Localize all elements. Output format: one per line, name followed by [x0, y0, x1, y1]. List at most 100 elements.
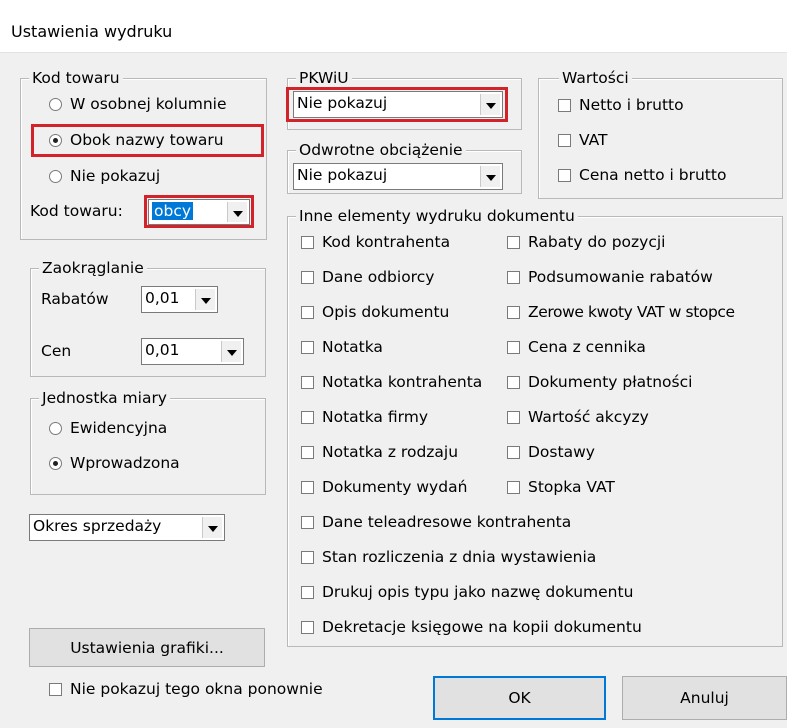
- checkbox-box: [507, 235, 520, 249]
- odwrotne-obciazenie-select[interactable]: Nie pokazuj: [293, 163, 503, 190]
- checkbox-box: [301, 270, 314, 284]
- checkbox-wartosc-akcyzy[interactable]: Wartość akcyzy: [507, 408, 649, 426]
- radio-indicator: [49, 169, 62, 183]
- checkbox-label: Drukuj opis typu jako nazwę dokumentu: [322, 583, 634, 601]
- checkbox-notatka-firmy[interactable]: Notatka firmy: [301, 408, 428, 426]
- checkbox-box: [301, 410, 314, 424]
- checkbox-box: [301, 375, 314, 389]
- checkbox-label: Kod kontrahenta: [322, 233, 451, 251]
- checkbox-label: Cena netto i brutto: [579, 166, 727, 184]
- print-settings-dialog: Ustawienia wydruku Kod towaru W osobnej …: [0, 0, 787, 728]
- checkbox-notatka-z-rodzaju[interactable]: Notatka z rodzaju: [301, 443, 458, 461]
- checkbox-box: [558, 168, 571, 182]
- checkbox-box: [507, 480, 520, 494]
- checkbox-dokumenty-wydan[interactable]: Dokumenty wydań: [301, 478, 467, 496]
- chevron-down-icon: [202, 517, 222, 538]
- rabatow-select[interactable]: 0,01: [141, 286, 218, 313]
- checkbox-label: VAT: [579, 131, 608, 149]
- checkbox-label: Cena z cennika: [528, 338, 646, 356]
- inne-elementy-legend: Inne elementy wydruku dokumentu: [296, 206, 578, 226]
- kod-towaru-legend: Kod towaru: [29, 68, 123, 88]
- checkbox-dostawy[interactable]: Dostawy: [507, 443, 595, 461]
- okres-sprzedazy-select[interactable]: Okres sprzedaży: [29, 514, 225, 541]
- checkbox-box: [558, 98, 571, 112]
- checkbox-box: [301, 550, 314, 564]
- cen-label: Cen: [41, 342, 72, 360]
- checkbox-dane-odbiorcy[interactable]: Dane odbiorcy: [301, 268, 434, 286]
- radio-label: W osobnej kolumnie: [70, 95, 227, 113]
- checkbox-vat[interactable]: VAT: [558, 131, 607, 149]
- checkbox-box: [301, 620, 314, 634]
- checkbox-label: Notatka kontrahenta: [322, 373, 483, 391]
- checkbox-label: Rabaty do pozycji: [528, 233, 666, 251]
- checkbox-nie-pokazuj-okna[interactable]: Nie pokazuj tego okna ponownie: [49, 680, 323, 698]
- checkbox-box: [507, 270, 520, 284]
- checkbox-label: Wartość akcyzy: [528, 408, 649, 426]
- ustawienia-grafiki-button[interactable]: Ustawienia grafiki...: [29, 628, 265, 667]
- checkbox-drukuj-opis-typu[interactable]: Drukuj opis typu jako nazwę dokumentu: [301, 583, 633, 601]
- anuluj-button[interactable]: Anuluj: [622, 676, 787, 720]
- checkbox-dokumenty-platnosci[interactable]: Dokumenty płatności: [507, 373, 692, 391]
- checkbox-dane-teleadresowe[interactable]: Dane teleadresowe kontrahenta: [301, 513, 571, 531]
- checkbox-label: Nie pokazuj tego okna ponownie: [70, 680, 323, 698]
- checkbox-cena-z-cennika[interactable]: Cena z cennika: [507, 338, 646, 356]
- checkbox-box: [301, 585, 314, 599]
- highlight-kod-towaru-select: [144, 195, 254, 228]
- checkbox-label: Dekretacje księgowe na kopii dokumentu: [322, 618, 642, 636]
- radio-indicator: [49, 97, 62, 111]
- checkbox-box: [301, 235, 314, 249]
- checkbox-label: Dane odbiorcy: [322, 268, 435, 286]
- radio-nie-pokazuj[interactable]: Nie pokazuj: [49, 167, 160, 185]
- cen-select[interactable]: 0,01: [141, 338, 244, 365]
- checkbox-netto-i-brutto[interactable]: Netto i brutto: [558, 96, 684, 114]
- checkbox-label: Zerowe kwoty VAT w stopce: [528, 303, 735, 321]
- chevron-down-icon: [480, 166, 500, 187]
- checkbox-notatka[interactable]: Notatka: [301, 338, 383, 356]
- radio-w-osobnej-kolumnie[interactable]: W osobnej kolumnie: [49, 95, 227, 113]
- checkbox-label: Opis dokumentu: [322, 303, 450, 321]
- checkbox-stopka-vat[interactable]: Stopka VAT: [507, 478, 615, 496]
- checkbox-stan-rozliczenia[interactable]: Stan rozliczenia z dnia wystawienia: [301, 548, 596, 566]
- checkbox-label: Dokumenty płatności: [528, 373, 693, 391]
- radio-label: Wprowadzona: [70, 454, 180, 472]
- highlight-pkwiu-select: [286, 87, 508, 122]
- odwrotne-obciazenie-legend: Odwrotne obciążenie: [296, 140, 466, 160]
- checkbox-rabaty-do-pozycji[interactable]: Rabaty do pozycji: [507, 233, 665, 251]
- chevron-down-icon: [195, 289, 215, 310]
- checkbox-cena-netto-i-brutto[interactable]: Cena netto i brutto: [558, 166, 726, 184]
- checkbox-label: Notatka firmy: [322, 408, 428, 426]
- zaokraglanie-legend: Zaokrąglanie: [39, 258, 147, 278]
- radio-label: Ewidencyjna: [70, 419, 168, 437]
- radio-wprowadzona[interactable]: Wprowadzona: [49, 454, 180, 472]
- checkbox-dekretacje-ksiegowe[interactable]: Dekretacje księgowe na kopii dokumentu: [301, 618, 642, 636]
- title-bar: Ustawienia wydruku: [0, 0, 787, 53]
- okres-sprzedazy-value: Okres sprzedaży: [33, 517, 162, 535]
- checkbox-label: Dostawy: [528, 443, 595, 461]
- radio-label: Nie pokazuj: [70, 167, 161, 185]
- window-title: Ustawienia wydruku: [11, 22, 173, 41]
- ok-button[interactable]: OK: [433, 676, 606, 720]
- checkbox-label: Podsumowanie rabatów: [528, 268, 713, 286]
- checkbox-box: [507, 375, 520, 389]
- checkbox-opis-dokumentu[interactable]: Opis dokumentu: [301, 303, 449, 321]
- checkbox-podsumowanie-rabatow[interactable]: Podsumowanie rabatów: [507, 268, 713, 286]
- checkbox-label: Dokumenty wydań: [322, 478, 468, 496]
- checkbox-box: [301, 445, 314, 459]
- pkwiu-legend: PKWiU: [296, 68, 352, 88]
- checkbox-box: [507, 410, 520, 424]
- checkbox-label: Netto i brutto: [579, 96, 684, 114]
- checkbox-notatka-kontrahenta[interactable]: Notatka kontrahenta: [301, 373, 482, 391]
- radio-ewidencyjna[interactable]: Ewidencyjna: [49, 419, 167, 437]
- checkbox-box: [49, 682, 62, 696]
- chevron-down-icon: [221, 341, 241, 362]
- checkbox-box: [301, 305, 314, 319]
- radio-indicator-selected: [49, 456, 62, 470]
- checkbox-label: Stopka VAT: [528, 478, 615, 496]
- checkbox-label: Notatka z rodzaju: [322, 443, 459, 461]
- odwrotne-obciazenie-value: Nie pokazuj: [297, 166, 388, 184]
- checkbox-zerowe-kwoty-vat[interactable]: Zerowe kwoty VAT w stopce: [507, 303, 735, 321]
- rabatow-value: 0,01: [145, 289, 180, 307]
- checkbox-kod-kontrahenta[interactable]: Kod kontrahenta: [301, 233, 450, 251]
- rabatow-label: Rabatów: [41, 290, 109, 308]
- highlight-obok-nazwy-towaru: [31, 124, 264, 157]
